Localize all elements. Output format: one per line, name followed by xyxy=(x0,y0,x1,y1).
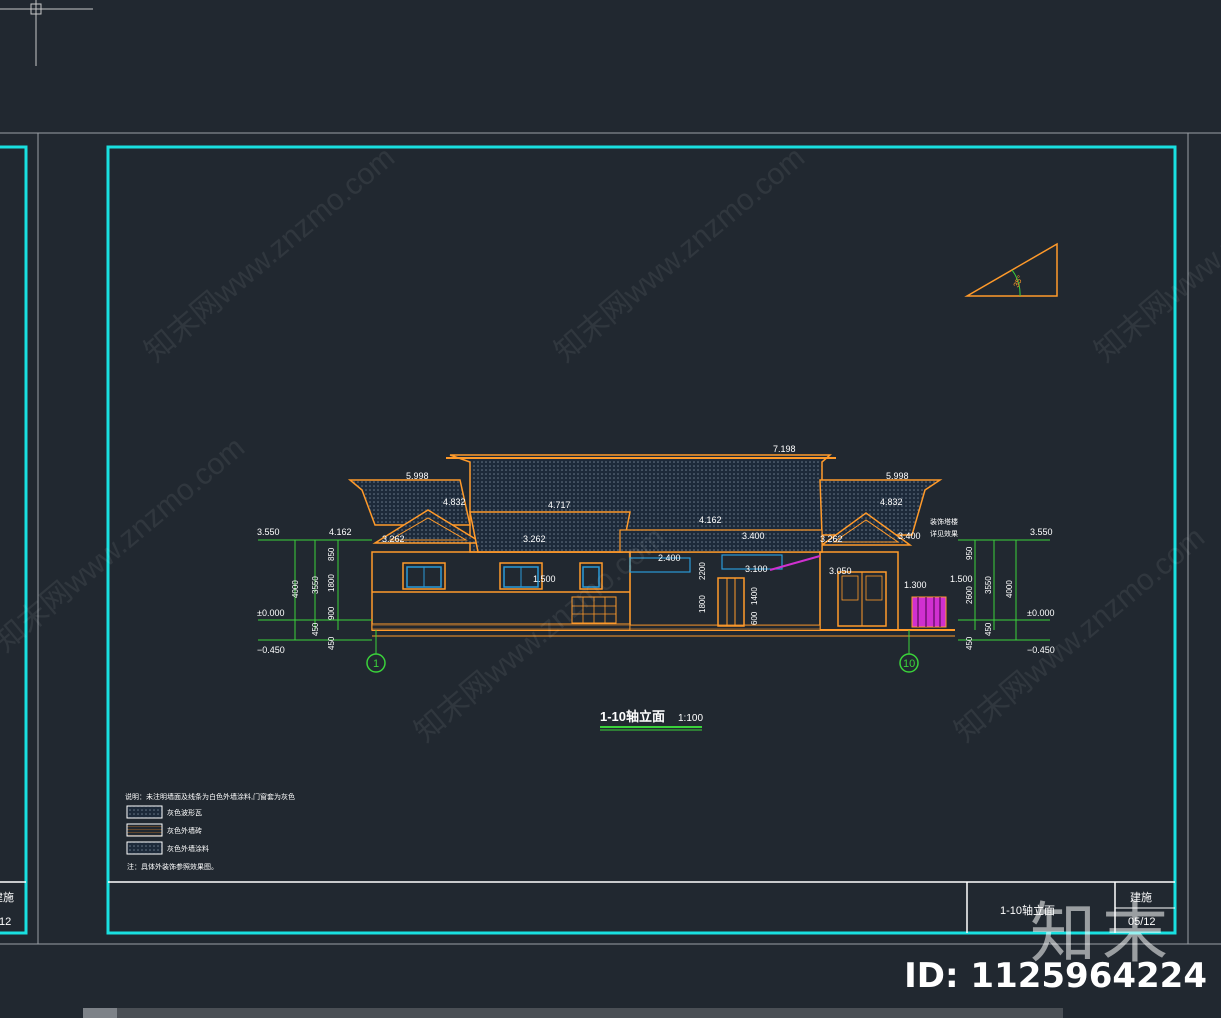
magenta-gate xyxy=(911,596,947,628)
elevation-l-zero: ±0.000 xyxy=(257,608,284,618)
elevation-l-neg: −0.450 xyxy=(257,645,285,655)
scrollbar-thumb[interactable] xyxy=(83,1008,117,1018)
elevation-l-3550: 3.550 xyxy=(257,527,280,537)
image-id-label: ID: 1125964224 xyxy=(904,956,1207,996)
elevation-r-1500: 1.500 xyxy=(950,574,973,584)
legend-swatch-tile xyxy=(126,805,163,819)
elevation-r-3550: 3.550 xyxy=(1030,527,1053,537)
side-note-line-1: 装饰塔楼 xyxy=(930,517,958,526)
dim-left-900: 900 xyxy=(327,606,336,620)
dim-right-450b: 450 xyxy=(965,636,974,650)
drawing-title: 1-10轴立面 xyxy=(600,709,665,724)
dim-right-3550: 3550 xyxy=(984,576,993,594)
legend-label-brick: 灰色外墙砖 xyxy=(167,826,202,835)
elevation-ridge-right: 5.998 xyxy=(886,471,909,481)
elevation-r-1300: 1.300 xyxy=(904,580,927,590)
elevation-mid-roof: 4.717 xyxy=(548,500,571,510)
notes-footnote: 注：具体外装饰参照效果图。 xyxy=(127,862,218,871)
svg-labels: 7.198 5.998 5.998 4.832 4.832 4.717 4.16… xyxy=(0,274,1156,928)
elevation-l-3262: 3.262 xyxy=(382,534,405,544)
roof-pitch-symbol xyxy=(964,242,1058,297)
dim-left-3550: 3550 xyxy=(311,576,320,594)
elevation-l-1500: 1.500 xyxy=(533,574,556,584)
dimension-lines xyxy=(258,539,1050,731)
elevation-c-3400: 3.400 xyxy=(742,531,765,541)
left-sheet-frame xyxy=(0,145,28,935)
elevation-ridge-left: 5.998 xyxy=(406,471,429,481)
roofs xyxy=(347,454,943,553)
dim-center-600: 600 xyxy=(750,611,759,625)
dim-left-850: 850 xyxy=(327,547,336,561)
axis-bubbles xyxy=(366,653,919,673)
elevation-r-3400: 3.400 xyxy=(898,531,921,541)
dim-left-1800: 1800 xyxy=(327,574,336,592)
left-titleblock-sheet: /12 xyxy=(0,916,11,928)
elevation-c-3100: 3.100 xyxy=(745,564,768,574)
dim-center-2200: 2200 xyxy=(698,562,707,580)
dim-right-450a: 450 xyxy=(984,622,993,636)
center-lower-roof xyxy=(469,511,631,553)
dim-right-950: 950 xyxy=(965,546,974,560)
side-note-line-2: 详见效果 xyxy=(930,529,958,538)
dim-left-450a: 450 xyxy=(311,622,320,636)
elevation-eave-left: 4.832 xyxy=(443,497,466,507)
elevation-left-gable: 4.162 xyxy=(329,527,352,537)
legend-label-paint: 灰色外墙涂料 xyxy=(167,844,209,853)
porch-roof xyxy=(619,529,823,553)
dim-center-1800: 1800 xyxy=(698,595,707,613)
windows xyxy=(402,554,947,628)
walls xyxy=(371,551,899,631)
elevation-right-mid: 4.162 xyxy=(699,515,722,525)
legend-swatch-brick xyxy=(126,823,163,837)
axis-label-10: 10 xyxy=(903,658,915,670)
elevation-c-2400: 2.400 xyxy=(658,553,681,563)
elevation-r-3050: 3.050 xyxy=(829,566,852,576)
dim-right-2600: 2600 xyxy=(965,586,974,604)
dim-left-4000: 4000 xyxy=(291,580,300,598)
dim-left-450b: 450 xyxy=(327,636,336,650)
elevation-c-3262: 3.262 xyxy=(523,534,546,544)
cad-drawing-canvas[interactable]: 7.198 5.998 5.998 4.832 4.832 4.717 4.16… xyxy=(0,0,1221,1018)
elevation-r-3262: 3.262 xyxy=(820,534,843,544)
elevation-eave-right: 4.832 xyxy=(880,497,903,507)
dim-right-4000: 4000 xyxy=(1005,580,1014,598)
roof-pitch-label: 35° xyxy=(1012,274,1025,289)
elevation-ridge-main: 7.198 xyxy=(773,444,796,454)
notes-header: 说明：未注明墙面及线条为白色外墙涂料,门窗套为灰色 xyxy=(125,792,295,801)
elevation-r-neg: −0.450 xyxy=(1027,645,1055,655)
horizontal-scrollbar[interactable] xyxy=(83,1008,1063,1018)
legend-swatch-paint xyxy=(126,841,163,855)
center-door xyxy=(717,577,745,627)
drawing-scale: 1:100 xyxy=(678,713,703,724)
left-titleblock-discipline: 建施 xyxy=(0,890,14,904)
elevation-r-zero: ±0.000 xyxy=(1027,608,1054,618)
dim-center-1400: 1400 xyxy=(750,587,759,605)
legend-label-tile: 灰色波形瓦 xyxy=(167,808,202,817)
legend-swatches xyxy=(126,805,163,855)
crosshair-cursor-icon xyxy=(0,0,93,66)
axis-label-1: 1 xyxy=(373,658,379,670)
